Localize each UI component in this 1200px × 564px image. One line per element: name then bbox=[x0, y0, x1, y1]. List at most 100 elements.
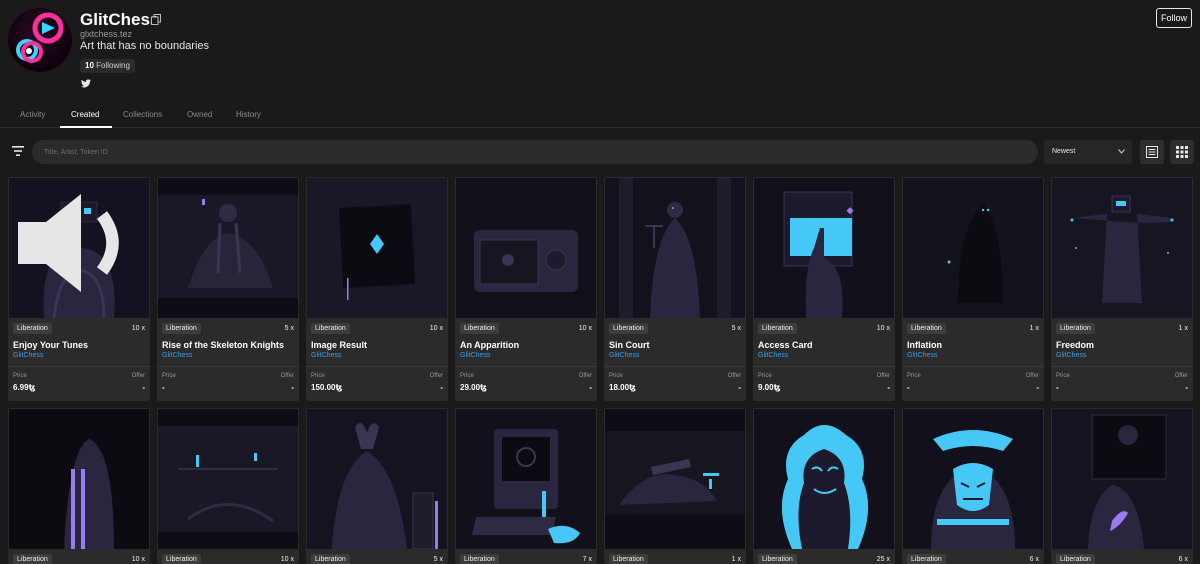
token-title[interactable]: An Apparition bbox=[460, 340, 592, 350]
offer-value: - bbox=[1185, 383, 1188, 392]
artist-link[interactable]: GlitChess bbox=[13, 352, 43, 359]
token-image[interactable] bbox=[605, 409, 745, 549]
offer-value: - bbox=[291, 383, 294, 392]
collection-badge: Liberation bbox=[609, 323, 648, 334]
token-image[interactable] bbox=[158, 409, 298, 549]
token-card[interactable]: Liberation 5 x bbox=[306, 408, 448, 564]
offer-label: Offer bbox=[280, 373, 294, 379]
editions-count: 10 x bbox=[131, 556, 145, 563]
token-card[interactable]: Liberation 7 x bbox=[455, 408, 597, 564]
collection-badge: Liberation bbox=[609, 554, 648, 564]
collection-badge: Liberation bbox=[758, 554, 797, 564]
token-title[interactable]: Enjoy Your Tunes bbox=[13, 340, 145, 350]
token-image[interactable] bbox=[9, 178, 149, 318]
token-card[interactable]: Liberation 10 x bbox=[8, 408, 150, 564]
sort-selected: Newest bbox=[1052, 148, 1076, 155]
offer-label: Offer bbox=[1025, 373, 1039, 379]
following-badge[interactable]: 10 Following bbox=[80, 59, 135, 73]
token-image[interactable] bbox=[307, 178, 447, 318]
token-title[interactable]: Inflation bbox=[907, 340, 1039, 350]
token-title[interactable]: Sin Court bbox=[609, 340, 741, 350]
tab-history[interactable]: History bbox=[236, 110, 261, 119]
profile-handle[interactable]: glxtchess.tez bbox=[80, 29, 132, 39]
sort-select[interactable]: Newest bbox=[1044, 140, 1132, 164]
following-count: 10 bbox=[85, 61, 94, 70]
token-image[interactable] bbox=[158, 178, 298, 318]
token-card[interactable]: Liberation 5 x Rise of the Skeleton Knig… bbox=[157, 177, 299, 401]
tab-owned[interactable]: Owned bbox=[187, 110, 212, 119]
artist-link[interactable]: GlitChess bbox=[460, 352, 490, 359]
token-card[interactable]: Liberation 10 x An Apparition GlitChess … bbox=[455, 177, 597, 401]
editions-count: 6 x bbox=[1029, 556, 1039, 563]
token-card[interactable]: Liberation 1 x bbox=[604, 408, 746, 564]
tab-collections[interactable]: Collections bbox=[123, 110, 162, 119]
price-label: Price bbox=[13, 373, 27, 379]
token-card[interactable]: Liberation 1 x Freedom GlitChess Price O… bbox=[1051, 177, 1193, 401]
editions-count: 10 x bbox=[578, 325, 592, 332]
collection-badge: Liberation bbox=[13, 323, 52, 334]
sound-icon[interactable] bbox=[9, 178, 144, 313]
profile-bio: Art that has no boundaries bbox=[80, 40, 210, 52]
active-tab-indicator bbox=[60, 126, 112, 128]
token-title[interactable]: Image Result bbox=[311, 340, 443, 350]
grid-view-button[interactable] bbox=[1170, 140, 1194, 164]
follow-button[interactable]: Follow bbox=[1156, 8, 1192, 28]
token-title[interactable]: Freedom bbox=[1056, 340, 1188, 350]
collection-badge: Liberation bbox=[13, 554, 52, 564]
collection-badge: Liberation bbox=[162, 554, 201, 564]
editions-count: 10 x bbox=[876, 325, 890, 332]
grid-view-icon bbox=[1176, 146, 1188, 158]
token-card[interactable]: Liberation 6 x bbox=[1051, 408, 1193, 564]
token-image[interactable] bbox=[754, 409, 894, 549]
collection-badge: Liberation bbox=[758, 323, 797, 334]
token-card[interactable]: Liberation 10 x Image Result GlitChess P… bbox=[306, 177, 448, 401]
copy-icon[interactable] bbox=[151, 14, 161, 25]
price-label: Price bbox=[311, 373, 325, 379]
filter-icon[interactable] bbox=[12, 146, 24, 156]
profile-tabs: Activity Created Collections Owned Histo… bbox=[0, 104, 1200, 128]
artist-link[interactable]: GlitChess bbox=[162, 352, 192, 359]
token-image[interactable] bbox=[9, 409, 149, 549]
token-image[interactable] bbox=[307, 409, 447, 549]
twitter-icon[interactable] bbox=[81, 79, 91, 88]
price-value: - bbox=[1056, 383, 1059, 392]
editions-count: 25 x bbox=[876, 556, 890, 563]
artist-link[interactable]: GlitChess bbox=[907, 352, 937, 359]
token-image[interactable] bbox=[605, 178, 745, 318]
price-value: 18.00ꜩ bbox=[609, 383, 636, 392]
token-image[interactable] bbox=[456, 178, 596, 318]
token-card[interactable]: Liberation 25 x bbox=[753, 408, 895, 564]
editions-count: 10 x bbox=[280, 556, 294, 563]
token-image[interactable] bbox=[903, 409, 1043, 549]
artist-link[interactable]: GlitChess bbox=[609, 352, 639, 359]
price-value: - bbox=[162, 383, 165, 392]
tab-activity[interactable]: Activity bbox=[20, 110, 45, 119]
chevron-down-icon bbox=[1118, 149, 1125, 154]
token-card[interactable]: Liberation 6 x bbox=[902, 408, 1044, 564]
token-image[interactable] bbox=[1052, 409, 1192, 549]
artist-link[interactable]: GlitChess bbox=[1056, 352, 1086, 359]
offer-value: - bbox=[440, 383, 443, 392]
list-view-icon bbox=[1146, 146, 1158, 158]
divider bbox=[604, 366, 746, 367]
token-image[interactable] bbox=[1052, 178, 1192, 318]
token-card[interactable]: Liberation 10 x bbox=[157, 408, 299, 564]
list-view-button[interactable] bbox=[1140, 140, 1164, 164]
editions-count: 1 x bbox=[1029, 325, 1039, 332]
token-card[interactable]: Liberation 10 x Access Card GlitChess Pr… bbox=[753, 177, 895, 401]
search-input[interactable] bbox=[32, 140, 1038, 164]
artist-link[interactable]: GlitChess bbox=[311, 352, 341, 359]
token-card[interactable]: Liberation 1 x Inflation GlitChess Price… bbox=[902, 177, 1044, 401]
token-image[interactable] bbox=[754, 178, 894, 318]
editions-count: 5 x bbox=[433, 556, 443, 563]
token-image[interactable] bbox=[903, 178, 1043, 318]
artist-link[interactable]: GlitChess bbox=[758, 352, 788, 359]
token-title[interactable]: Rise of the Skeleton Knights bbox=[162, 340, 294, 350]
offer-label: Offer bbox=[578, 373, 592, 379]
price-label: Price bbox=[907, 373, 921, 379]
token-card[interactable]: Liberation 10 x Enjoy Your Tunes GlitChe… bbox=[8, 177, 150, 401]
tab-created[interactable]: Created bbox=[71, 110, 99, 119]
token-image[interactable] bbox=[456, 409, 596, 549]
token-title[interactable]: Access Card bbox=[758, 340, 890, 350]
token-card[interactable]: Liberation 5 x Sin Court GlitChess Price… bbox=[604, 177, 746, 401]
